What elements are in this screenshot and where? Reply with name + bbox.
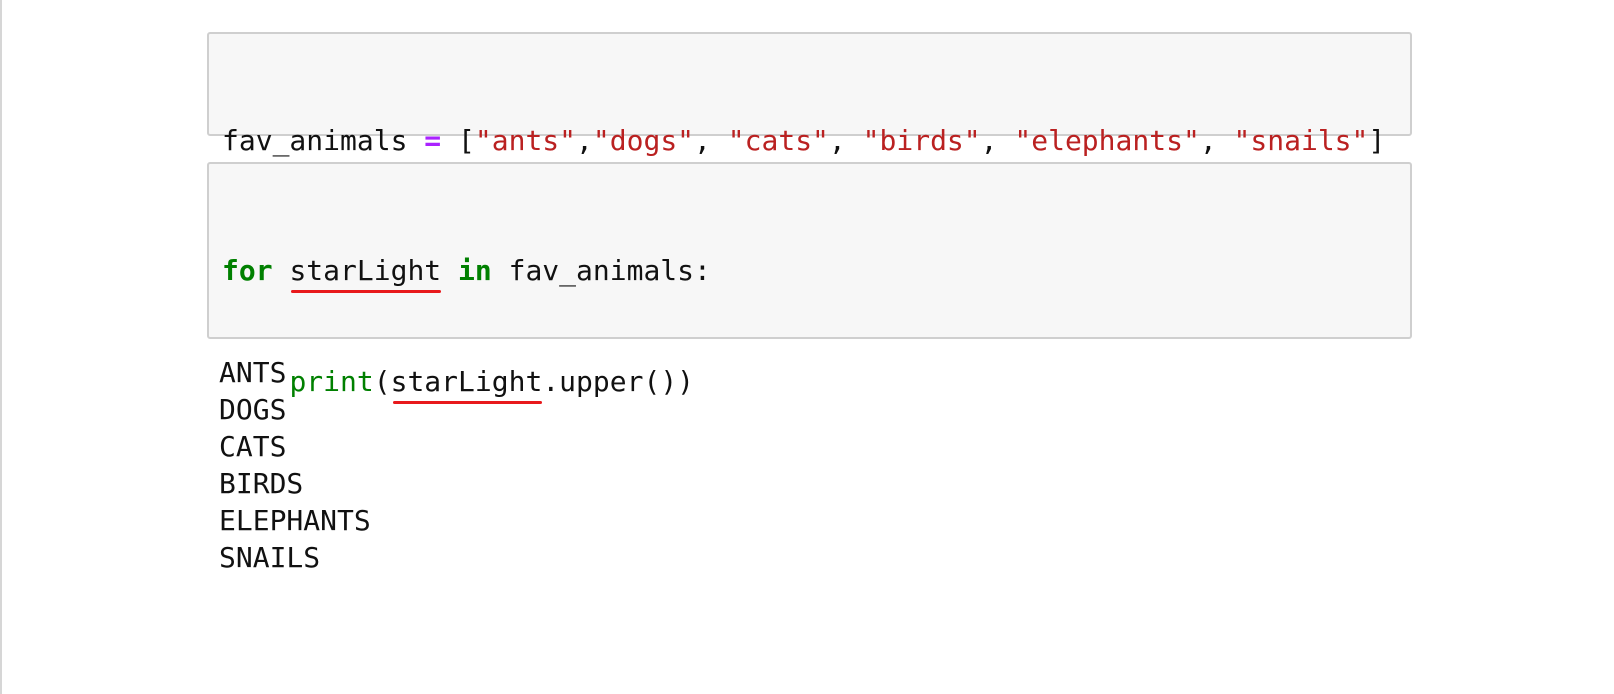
code-token: (: [373, 365, 391, 398]
code-token-keyword-for: for: [222, 254, 273, 287]
code-token-string: "snails": [1233, 124, 1369, 157]
code-token: ,: [576, 124, 593, 157]
code-token-variable: starLight: [289, 254, 442, 287]
code-token: ,: [1199, 124, 1234, 157]
spellcheck-underline: [291, 290, 442, 293]
code-token: ,: [980, 124, 1015, 157]
output-line: ELEPHANTS: [219, 504, 371, 537]
code-token: fav_animals: [222, 124, 425, 157]
code-token-keyword-in: in: [458, 254, 492, 287]
code-token: ]: [1368, 124, 1386, 157]
output-line: DOGS: [219, 393, 287, 426]
code-token: ,: [694, 124, 728, 157]
notebook-left-border: [0, 0, 2, 694]
code-token-variable: starLight: [390, 365, 543, 398]
output-line: BIRDS: [219, 467, 304, 500]
code-line: for starLight in fav_animals:: [222, 252, 711, 293]
code-token-string: "ants": [474, 124, 577, 157]
spellcheck-underline: [392, 401, 543, 404]
code-line: fav_animals = ["ants","dogs", "cats", "b…: [222, 122, 1385, 159]
code-cell-1[interactable]: fav_animals = ["ants","dogs", "cats", "b…: [207, 32, 1412, 157]
code-token: fav_animals:: [491, 254, 711, 287]
variable-starlight[interactable]: starLight: [289, 252, 442, 293]
variable-starlight[interactable]: starLight: [390, 363, 543, 404]
code-token-string: "elephants": [1014, 124, 1200, 157]
code-token-operator: =: [424, 124, 442, 157]
code-token-string: "cats": [727, 124, 829, 157]
code-cell-2[interactable]: for starLight in fav_animals: print(star…: [207, 162, 1412, 404]
output-line: ANTS: [219, 356, 287, 389]
output-line: CATS: [219, 430, 287, 463]
code-token: [: [441, 124, 475, 157]
code-token-string: "birds": [862, 124, 981, 157]
code-token: ,: [828, 124, 863, 157]
output-line: SNAILS: [219, 541, 321, 574]
code-token: .upper()): [542, 365, 695, 398]
cell-output: ANTS DOGS CATS BIRDS ELEPHANTS SNAILS: [219, 354, 371, 576]
code-token-string: "dogs": [592, 124, 695, 157]
